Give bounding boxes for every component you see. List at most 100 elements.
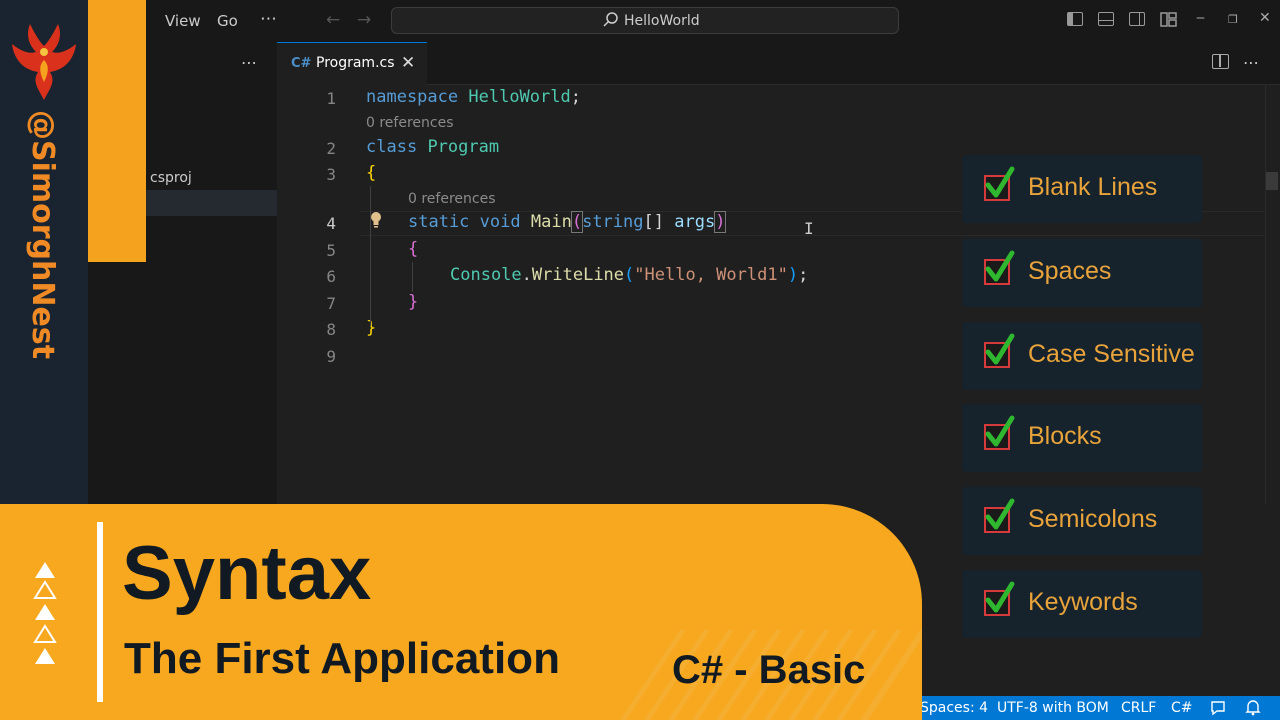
keyword-token: namespace [366,87,459,107]
string-token: "Hello, World1" [634,265,788,285]
indent-guide [370,186,371,326]
checkmark-icon [985,166,1015,198]
brace-token: { [408,239,419,259]
code-line-6: Console.WriteLine("Hello, World1"); [450,265,808,285]
command-center-search[interactable]: HelloWorld [391,7,899,34]
line-number: 2 [326,139,336,158]
checklist-label: Blocks [1028,422,1102,450]
csharp-file-icon: C# [291,56,312,71]
status-encoding[interactable]: UTF-8 with BOM [997,700,1109,716]
scrollbar-thumb[interactable] [1266,172,1278,190]
sidebar-more-button[interactable]: ⋯ [241,53,258,72]
code-line-7: } [408,292,418,312]
banner-title: Syntax [122,531,372,616]
line-number: 5 [326,241,336,260]
parameter-token: args [674,212,716,232]
line-number: 8 [326,320,336,339]
editor-scrollbar[interactable] [1265,85,1280,504]
keyword-token: string [582,212,644,232]
checklist-label: Case Sensitive [1028,340,1195,368]
close-window-icon[interactable]: ✕ [1259,10,1271,26]
search-icon [602,11,620,33]
paren-token: ( [570,211,584,233]
search-label: HelloWorld [624,13,700,29]
lightbulb-icon[interactable] [369,211,383,233]
status-indentation[interactable]: Spaces: 4 [920,700,988,716]
code-line-5: { [408,239,418,259]
line-number: 1 [326,89,336,108]
method-token: Main [530,212,572,232]
checklist-label: Semicolons [1028,505,1158,533]
status-language[interactable]: C# [1171,700,1193,716]
line-number: 6 [326,267,336,286]
checklist-item: Spaces [962,239,1202,307]
brace-token: } [408,292,419,312]
codelens-references[interactable]: 0 references [408,191,496,207]
paren-token: ( [624,265,635,285]
brace-token: { [366,163,377,183]
channel-handle: @SimorghNest [8,110,78,360]
checkmark-icon [985,498,1015,530]
indent-guide [412,262,413,292]
code-line-1: namespace HelloWorld; [366,87,581,107]
identifier-token: HelloWorld [468,87,571,107]
channel-handle-text: @SimorghNest [25,110,60,360]
checklist-item: Keywords [962,570,1202,638]
toggle-secondary-sidebar-icon[interactable] [1129,12,1145,26]
feedback-icon[interactable] [1210,700,1226,720]
bell-icon[interactable] [1245,699,1261,720]
checkmark-icon [985,581,1015,613]
code-line-4: static void Main(string[] args) [408,211,727,233]
arrows-up-icon [33,562,57,664]
close-icon[interactable]: ✕ [401,53,415,73]
split-editor-icon[interactable] [1212,54,1229,69]
keyword-token: static [408,212,470,232]
menu-more-button[interactable]: ⋯ [260,9,277,29]
status-eol[interactable]: CRLF [1121,700,1156,716]
customize-layout-icon[interactable] [1160,12,1177,27]
arrow-right-icon[interactable]: → [357,10,371,30]
line-number: 3 [326,165,336,184]
punctuation-token: ; [798,265,809,285]
checklist-item: Blocks [962,404,1202,472]
keyword-token: void [479,212,521,232]
identifier-token: Program [427,137,500,157]
restore-icon[interactable]: ❐ [1228,13,1238,26]
checkmark-icon [985,250,1015,282]
checkmark-icon [985,415,1015,447]
editor-tab-bar [277,42,1280,85]
banner-divider [97,522,103,702]
brand-accent-bar [88,0,146,262]
checkmark-icon [985,333,1015,365]
editor-more-button[interactable]: ⋯ [1243,53,1260,72]
checklist-label: Spaces [1028,257,1112,285]
checklist-item: Blank Lines [962,155,1202,223]
minimize-icon[interactable]: ‒ [1196,10,1205,26]
paren-token: ) [714,211,727,233]
toggle-panel-icon[interactable] [1098,12,1114,26]
mouse-ibeam-cursor: I [804,219,814,238]
arrow-left-icon[interactable]: ← [326,10,340,30]
line-number: 7 [326,294,336,313]
sidebar-item-csproj[interactable]: csproj [150,170,192,186]
method-token: WriteLine [531,265,625,285]
paren-token: ) [787,265,799,285]
keyword-token: class [366,137,418,157]
brace-token: } [366,318,377,338]
line-number: 9 [326,347,336,366]
banner-subtitle: The First Application [124,634,560,683]
class-token: Console [450,265,522,285]
checklist-label: Blank Lines [1028,173,1158,201]
codelens-references[interactable]: 0 references [366,115,454,131]
code-line-2: class Program [366,137,499,157]
checklist-item: Case Sensitive [962,322,1202,390]
menu-view[interactable]: View [165,12,201,30]
menu-go[interactable]: Go [217,12,238,30]
punctuation-token: [] [643,212,664,232]
toggle-primary-sidebar-icon[interactable] [1067,12,1083,26]
code-line-3: { [366,163,376,183]
line-number: 4 [326,214,336,233]
punctuation-token: . [521,265,532,285]
tab-label[interactable]: Program.cs [316,55,395,71]
checklist-item: Semicolons [962,487,1202,555]
